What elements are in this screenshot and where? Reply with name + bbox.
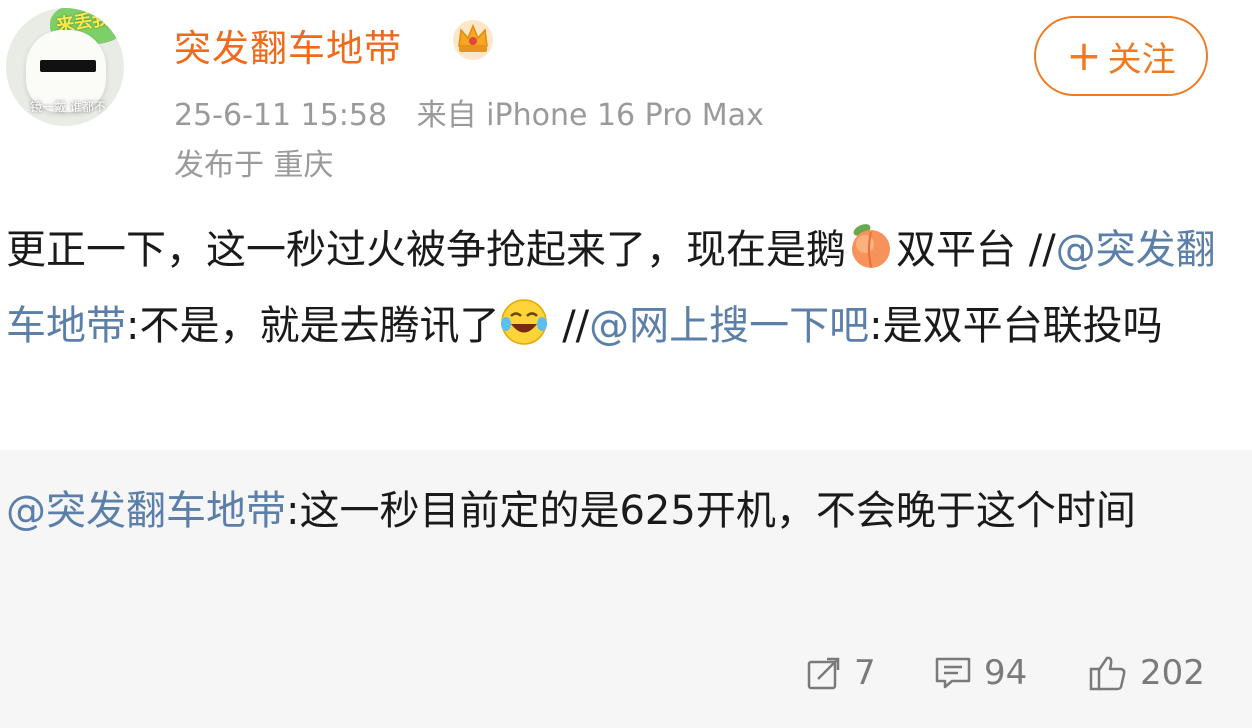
avatar-caption: 镜一戴 谁都不 bbox=[30, 100, 106, 114]
repost-icon bbox=[807, 657, 840, 690]
post-location: 发布于 重庆 bbox=[174, 148, 334, 183]
like-count: 202 bbox=[1140, 653, 1205, 693]
post-text-part: 双平台 // bbox=[896, 227, 1056, 273]
quote-text: :这一秒目前定的是625开机，不会晚于这个时间 bbox=[286, 488, 1136, 534]
sunglasses-icon bbox=[40, 60, 96, 72]
post-text-part: 更正一下，这一秒过火被争抢起来了，现在是鹅 bbox=[6, 227, 846, 273]
comment-count: 94 bbox=[984, 653, 1028, 693]
peach-icon bbox=[852, 224, 890, 268]
mention-link[interactable]: @网上搜一下吧 bbox=[589, 303, 869, 349]
avatar[interactable]: 来丢我 镜一戴 谁都不 bbox=[6, 8, 124, 126]
post-text-part: :是双平台联投吗 bbox=[869, 303, 1163, 349]
user-name[interactable]: 突发翻车地带 bbox=[174, 18, 402, 72]
comment-icon bbox=[935, 657, 971, 689]
post-body: 更正一下，这一秒过火被争抢起来了，现在是鹅 双平台 //@突发翻车地带:不是，就… bbox=[6, 212, 1246, 364]
like-button[interactable]: 202 bbox=[1088, 650, 1205, 696]
comment-button[interactable]: 94 bbox=[934, 650, 1027, 696]
crown-icon bbox=[453, 20, 493, 60]
laughing-tears-icon bbox=[501, 299, 548, 345]
post-source: 来自 iPhone 16 Pro Max bbox=[416, 98, 764, 133]
quoted-post-text: @突发翻车地带:这一秒目前定的是625开机，不会晚于这个时间 bbox=[6, 480, 1246, 542]
plus-icon: + bbox=[1066, 31, 1102, 80]
post-meta: 25-6-11 15:58 来自 iPhone 16 Pro Max bbox=[174, 90, 764, 134]
mention-link[interactable]: @突发翻车地带 bbox=[6, 488, 286, 534]
post-text-part: // bbox=[549, 303, 590, 349]
follow-label: 关注 bbox=[1107, 39, 1176, 80]
repost-count: 7 bbox=[854, 653, 876, 693]
repost-button[interactable]: 7 bbox=[806, 650, 876, 696]
post-time: 25-6-11 15:58 bbox=[174, 98, 388, 133]
post-text-part: :不是，就是去腾讯了 bbox=[126, 303, 500, 349]
follow-button[interactable]: + 关注 bbox=[1034, 16, 1208, 96]
thumbs-up-icon bbox=[1089, 656, 1126, 691]
post-header: 来丢我 镜一戴 谁都不 突发翻车地带 25-6-11 15:58 来自 iPho… bbox=[0, 0, 1252, 190]
